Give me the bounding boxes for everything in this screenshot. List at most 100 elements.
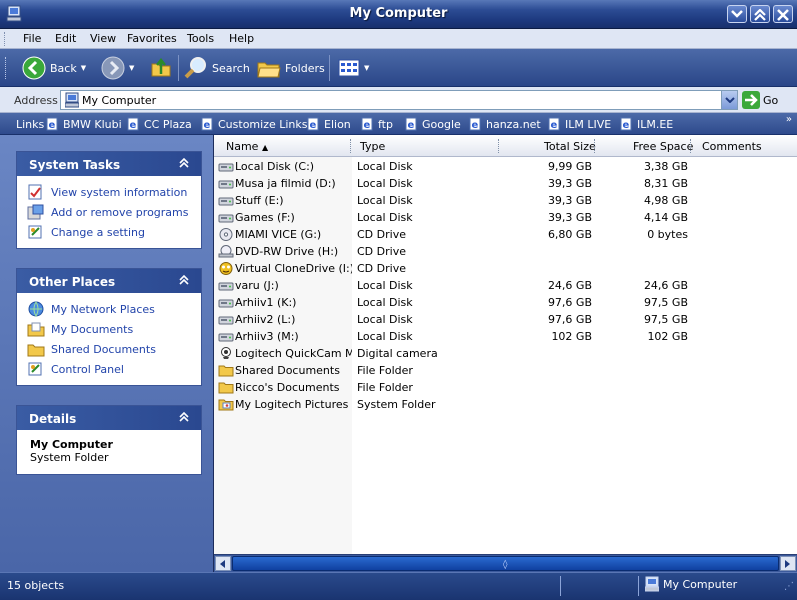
link-ilm-live[interactable]: e ILM LIVE bbox=[547, 117, 611, 131]
forward-dropdown-icon[interactable]: ▼ bbox=[129, 64, 134, 72]
column-name[interactable]: Name ▲ bbox=[226, 140, 268, 153]
up-folder-button[interactable] bbox=[150, 54, 172, 82]
place-label: Control Panel bbox=[51, 362, 124, 376]
views-dropdown-icon[interactable]: ▼ bbox=[364, 64, 369, 72]
menu-help[interactable]: Help bbox=[229, 32, 254, 45]
close-button[interactable] bbox=[773, 5, 793, 23]
column-comments[interactable]: Comments bbox=[702, 140, 762, 153]
column-divider[interactable] bbox=[690, 139, 692, 153]
link-customize-links[interactable]: e Customize Links bbox=[200, 117, 308, 131]
back-button[interactable]: Back ▼ bbox=[22, 54, 86, 82]
file-row[interactable]: Arhiiv1 (K:) Local Disk 97,6 GB 97,5 GB bbox=[214, 294, 797, 311]
column-divider[interactable] bbox=[498, 139, 500, 153]
link-elion[interactable]: e Elion bbox=[306, 117, 351, 131]
file-row[interactable]: Arhiiv3 (M:) Local Disk 102 GB 102 GB bbox=[214, 328, 797, 345]
svg-text:e: e bbox=[623, 120, 630, 131]
scroll-right-button[interactable] bbox=[780, 556, 796, 571]
toolbar-grip[interactable] bbox=[5, 57, 8, 79]
file-total-size: 9,99 GB bbox=[547, 160, 592, 173]
link-ilm-ee[interactable]: e ILM.EE bbox=[619, 117, 673, 131]
folders-button[interactable]: Folders bbox=[257, 54, 325, 82]
file-row[interactable]: My Logitech Pictures System Folder bbox=[214, 396, 797, 413]
svg-text:e: e bbox=[472, 120, 479, 131]
svg-text:e: e bbox=[49, 120, 56, 131]
column-type[interactable]: Type bbox=[360, 140, 385, 153]
file-row[interactable]: Shared Documents File Folder bbox=[214, 362, 797, 379]
maximize-button[interactable] bbox=[750, 5, 770, 23]
forward-button[interactable]: ▼ bbox=[101, 54, 134, 82]
column-divider[interactable] bbox=[594, 139, 596, 153]
folders-label: Folders bbox=[285, 61, 325, 75]
task-change-setting[interactable]: Change a setting bbox=[27, 222, 201, 242]
menu-favorites[interactable]: Favorites bbox=[127, 32, 177, 45]
collapse-chevron-icon[interactable] bbox=[177, 410, 191, 424]
my-documents-icon bbox=[27, 322, 45, 337]
file-row[interactable]: Stuff (E:) Local Disk 39,3 GB 4,98 GB bbox=[214, 192, 797, 209]
other-places-header[interactable]: Other Places bbox=[17, 269, 201, 293]
menu-bar: File Edit View Favorites Tools Help bbox=[0, 29, 797, 49]
file-row[interactable]: Ricco's Documents File Folder bbox=[214, 379, 797, 396]
place-control-panel[interactable]: Control Panel bbox=[27, 359, 201, 379]
link-cc-plaza[interactable]: e CC Plaza bbox=[126, 117, 192, 131]
link-bmw-klubi[interactable]: e BMW Klubi bbox=[45, 117, 122, 131]
file-row[interactable]: DVD-RW Drive (H:) CD Drive bbox=[214, 243, 797, 260]
file-name: Arhiiv3 (M:) bbox=[235, 330, 299, 343]
scroll-left-button[interactable] bbox=[215, 556, 231, 571]
toolbar-separator bbox=[329, 55, 330, 81]
file-row[interactable]: varu (J:) Local Disk 24,6 GB 24,6 GB bbox=[214, 277, 797, 294]
horizontal-scrollbar[interactable]: ◊ bbox=[214, 554, 797, 572]
menu-edit[interactable]: Edit bbox=[55, 32, 76, 45]
sort-ascending-icon: ▲ bbox=[261, 143, 269, 152]
link-label: CC Plaza bbox=[144, 117, 192, 131]
place-shared-documents[interactable]: Shared Documents bbox=[27, 339, 201, 359]
link-hanza-net[interactable]: e hanza.net bbox=[468, 117, 541, 131]
file-type: Local Disk bbox=[357, 211, 413, 224]
status-location: My Computer bbox=[645, 576, 737, 592]
details-header[interactable]: Details bbox=[17, 406, 201, 430]
place-my-network-places[interactable]: My Network Places bbox=[27, 299, 201, 319]
file-type: System Folder bbox=[357, 398, 436, 411]
address-dropdown-button[interactable] bbox=[721, 91, 737, 109]
menu-grip[interactable] bbox=[4, 32, 7, 46]
link-google[interactable]: e Google bbox=[404, 117, 461, 131]
system-tasks-header[interactable]: System Tasks bbox=[17, 152, 201, 176]
file-row[interactable]: MIAMI VICE (G:) CD Drive 6,80 GB 0 bytes bbox=[214, 226, 797, 243]
address-value: My Computer bbox=[82, 94, 157, 107]
task-add-remove-programs[interactable]: Add or remove programs bbox=[27, 202, 201, 222]
views-button[interactable]: ▼ bbox=[338, 54, 369, 82]
other-places-title: Other Places bbox=[29, 275, 116, 289]
resize-grip-icon[interactable]: ⋰ bbox=[784, 581, 794, 592]
file-row[interactable]: Virtual CloneDrive (I:) CD Drive bbox=[214, 260, 797, 277]
file-name: Arhiiv2 (L:) bbox=[235, 313, 296, 326]
back-dropdown-icon[interactable]: ▼ bbox=[81, 64, 86, 72]
file-total-size: 97,6 GB bbox=[547, 296, 592, 309]
menu-tools[interactable]: Tools bbox=[187, 32, 214, 45]
details-title: Details bbox=[29, 412, 77, 426]
file-name-cell: Arhiiv1 (K:) bbox=[218, 296, 352, 309]
menu-file[interactable]: File bbox=[23, 32, 41, 45]
file-row[interactable]: Logitech QuickCam M... Digital camera bbox=[214, 345, 797, 362]
collapse-chevron-icon[interactable] bbox=[177, 156, 191, 170]
file-type: Local Disk bbox=[357, 330, 413, 343]
address-input[interactable]: My Computer bbox=[60, 90, 738, 110]
place-my-documents[interactable]: My Documents bbox=[27, 319, 201, 339]
file-row[interactable]: Arhiiv2 (L:) Local Disk 97,6 GB 97,5 GB bbox=[214, 311, 797, 328]
scroll-thumb[interactable]: ◊ bbox=[232, 556, 779, 571]
menu-view[interactable]: View bbox=[90, 32, 116, 45]
column-total-size[interactable]: Total Size bbox=[544, 140, 596, 153]
column-divider[interactable] bbox=[350, 139, 352, 153]
go-button[interactable]: Go bbox=[742, 91, 778, 109]
file-row[interactable]: Musa ja filmid (D:) Local Disk 39,3 GB 8,31… bbox=[214, 175, 797, 192]
title-bar[interactable]: My Computer bbox=[0, 0, 797, 29]
file-name-cell: Stuff (E:) bbox=[218, 194, 352, 207]
column-free-space[interactable]: Free Space bbox=[633, 140, 693, 153]
file-row[interactable]: Local Disk (C:) Local Disk 9,99 GB 3,38 GB bbox=[214, 158, 797, 175]
collapse-chevron-icon[interactable] bbox=[177, 273, 191, 287]
file-row[interactable]: Games (F:) Local Disk 39,3 GB 4,14 GB bbox=[214, 209, 797, 226]
link-ftp[interactable]: e ftp bbox=[360, 117, 393, 131]
search-button[interactable]: Search bbox=[184, 54, 250, 82]
file-name-cell: Arhiiv3 (M:) bbox=[218, 330, 352, 343]
chevron-more-icon[interactable]: » bbox=[786, 114, 792, 125]
task-view-system-information[interactable]: View system information bbox=[27, 182, 201, 202]
minimize-button[interactable] bbox=[727, 5, 747, 23]
